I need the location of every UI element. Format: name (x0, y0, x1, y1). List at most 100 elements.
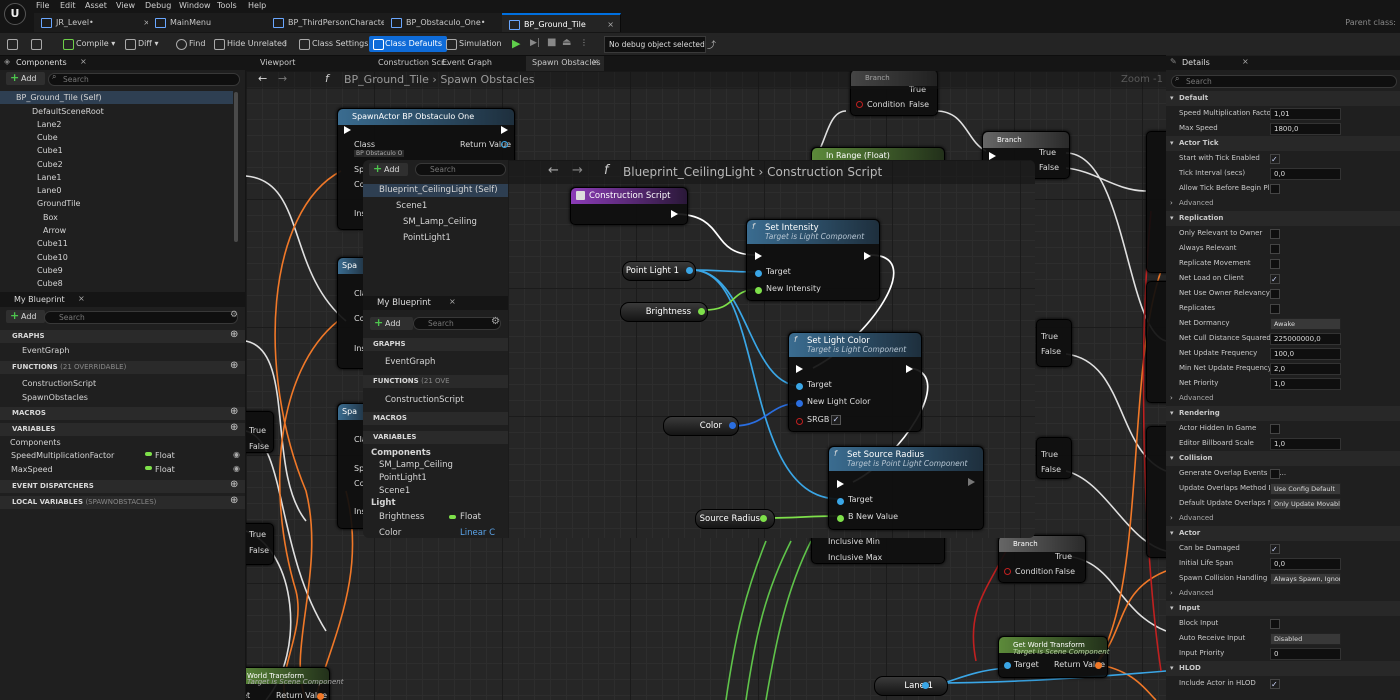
tree-item-cube11[interactable]: Cube11 (37, 237, 68, 250)
node-right-edge-3[interactable] (1146, 426, 1166, 558)
detail-row[interactable]: ▾ Replication (1166, 211, 1400, 226)
detail-checkbox[interactable] (1270, 469, 1280, 479)
add-variable-icon[interactable]: ⊕ (230, 422, 238, 433)
lane1-variable-node[interactable]: Lane 1 (874, 676, 948, 696)
menu-view[interactable]: View (116, 1, 135, 10)
exec-in-pin[interactable] (837, 480, 844, 488)
target-pin[interactable] (837, 498, 844, 505)
detail-dropdown[interactable]: Use Config Default (1270, 483, 1341, 495)
section-graphs[interactable]: GRAPHS (0, 330, 245, 343)
chevron-right-icon[interactable]: › (1170, 511, 1173, 526)
detail-row[interactable]: ▾ Actor (1166, 526, 1400, 541)
transform-pin[interactable] (317, 693, 324, 700)
detail-checkbox[interactable] (1270, 184, 1280, 194)
brightness-variable-node[interactable]: Brightness (620, 302, 708, 322)
overlay-item-eventgraph[interactable]: EventGraph (385, 356, 435, 369)
detail-value-field[interactable]: 0,0 (1270, 558, 1341, 570)
tree-item-groundtile[interactable]: GroundTile (37, 197, 80, 210)
detail-checkbox[interactable] (1270, 677, 1280, 692)
save-icon[interactable] (6, 36, 24, 52)
close-icon[interactable]: × (78, 294, 85, 303)
node-right-edge-2[interactable] (1146, 281, 1166, 403)
overlay-category-light[interactable]: Light (371, 497, 396, 510)
node-construction-script[interactable]: Construction Script (570, 187, 688, 225)
debug-browse-icon[interactable]: ⤴ (707, 38, 716, 51)
tree-item-cube9[interactable]: Cube9 (37, 264, 63, 277)
return-value-pin[interactable] (501, 141, 508, 148)
close-icon[interactable]: × (592, 57, 599, 66)
detail-row[interactable]: ▾ Rendering (1166, 406, 1400, 421)
overlay-tree-scene1[interactable]: Scene1 (396, 200, 427, 213)
detail-checkbox[interactable] (1270, 229, 1280, 239)
tab-viewport[interactable]: Viewport (260, 58, 330, 67)
close-icon[interactable]: × (449, 297, 456, 306)
class-settings-button[interactable]: Class Settings (298, 36, 368, 52)
lane1-pin[interactable] (922, 682, 929, 689)
diff-button[interactable]: Diff ▾ (124, 36, 158, 52)
component-search-input[interactable]: Search (48, 73, 240, 86)
detail-row[interactable]: ▾ Default (1166, 91, 1400, 106)
detail-checkbox[interactable] (1270, 152, 1280, 167)
chevron-down-icon[interactable]: ▾ (1170, 91, 1174, 106)
exec-in-pin[interactable] (344, 126, 351, 134)
tab-construction-script[interactable]: Construction Scr... (378, 58, 448, 67)
back-arrow-icon[interactable]: ← (258, 72, 267, 85)
condition-pin[interactable] (1004, 568, 1011, 575)
detail-row[interactable]: › Advanced (1166, 391, 1400, 406)
stop-icon[interactable]: ■ (547, 37, 556, 48)
target-pin[interactable] (1004, 662, 1011, 669)
menu-edit[interactable]: Edit (60, 1, 76, 10)
overlay-var-pointlight[interactable]: PointLight1 (379, 472, 427, 485)
tree-item-box[interactable]: Box (43, 211, 58, 224)
detail-value-field[interactable]: 225000000,0 (1270, 333, 1341, 345)
menu-tools[interactable]: Tools (217, 1, 237, 10)
detail-value-field[interactable]: 100,0 (1270, 348, 1341, 360)
debug-object-select[interactable]: No debug object selected ▾ (604, 36, 706, 64)
menu-debug[interactable]: Debug (145, 1, 171, 10)
add-local-variable-icon[interactable]: ⊕ (230, 495, 238, 506)
doc-tab-bp-ground-tile[interactable]: BP_Ground_Tile × (502, 13, 621, 32)
overlay-tree-sm-lamp[interactable]: SM_Lamp_Ceiling (403, 216, 477, 229)
brightness-pin[interactable] (698, 308, 705, 315)
menu-window[interactable]: Window (179, 1, 211, 10)
node-branch-bottom[interactable]: Branch True False Condition (998, 535, 1086, 583)
tree-item-cube2[interactable]: Cube2 (37, 158, 63, 171)
tree-item-lane0[interactable]: Lane0 (37, 184, 61, 197)
add-blueprint-item-button[interactable]: Add (6, 309, 45, 323)
overlay-var-color[interactable]: Color (379, 527, 401, 538)
node-right-edge[interactable] (1146, 131, 1166, 273)
detail-row[interactable]: › Advanced (1166, 511, 1400, 526)
eye-icon[interactable]: ◉ (233, 450, 240, 459)
item-spawnobstacles[interactable]: SpawnObstacles (22, 391, 88, 404)
section-functions[interactable]: FUNCTIONS (21 OVERRIDABLE) (0, 361, 245, 374)
new-intensity-pin[interactable] (755, 287, 762, 294)
overlay-section-macros[interactable]: MACROS (363, 412, 508, 425)
close-icon[interactable]: × (607, 15, 614, 34)
detail-value-field[interactable]: 1,0 (1270, 438, 1341, 450)
components-scrollbar[interactable] (234, 92, 238, 242)
node-set-light-color[interactable]: Set Light Color Target is Light Componen… (788, 332, 922, 432)
section-variables[interactable]: VARIABLES (0, 423, 245, 436)
overlay-section-graphs[interactable]: GRAPHS (363, 338, 508, 351)
doc-tab-bp-thirdperson[interactable]: BP_ThirdPersonCharacter (266, 13, 393, 32)
point-light-pin[interactable] (686, 267, 693, 274)
overlay-section-variables[interactable]: VARIABLES (363, 431, 508, 444)
item-eventgraph[interactable]: EventGraph (22, 344, 69, 357)
detail-checkbox[interactable] (1270, 424, 1280, 434)
detail-checkbox[interactable] (1270, 619, 1280, 629)
chevron-down-icon[interactable]: ▾ (1170, 601, 1174, 616)
tree-item-cube[interactable]: Cube (37, 131, 58, 144)
srgb-checkbox[interactable]: ✓ (831, 415, 841, 425)
detail-value-field[interactable]: 0,0 (1270, 168, 1341, 180)
color-variable-node[interactable]: Color (663, 416, 739, 436)
exec-in-pin[interactable] (755, 252, 762, 260)
detail-checkbox[interactable] (1270, 542, 1280, 557)
node-set-source-radius[interactable]: Set Source Radius Target is Point Light … (828, 446, 984, 530)
exec-out-pin[interactable] (671, 210, 678, 218)
chevron-down-icon[interactable]: ▾ (1170, 406, 1174, 421)
detail-dropdown[interactable]: Only Update Movable (1270, 498, 1341, 510)
detail-row[interactable]: ▾ Collision (1166, 451, 1400, 466)
detail-value-field[interactable]: 2,0 (1270, 363, 1341, 375)
detail-dropdown[interactable]: Awake (1270, 318, 1341, 330)
chevron-down-icon[interactable]: ▾ (1170, 136, 1174, 151)
